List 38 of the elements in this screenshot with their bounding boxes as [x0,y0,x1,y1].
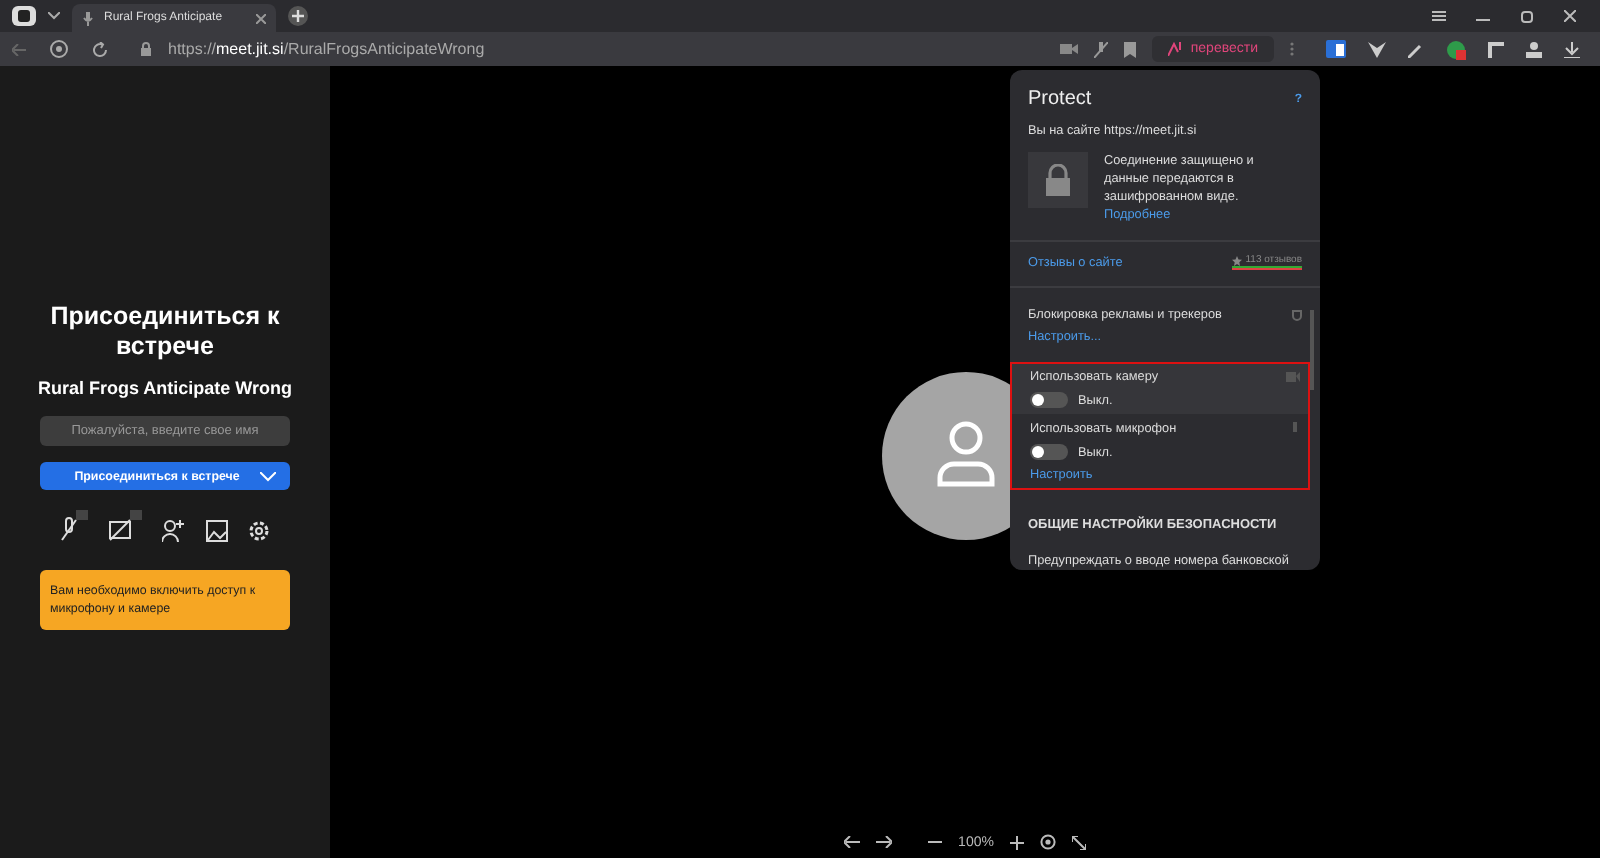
camera-icon [1286,372,1300,382]
shield-icon[interactable] [50,40,68,58]
settings-icon[interactable] [248,520,270,542]
download-icon[interactable] [1564,41,1580,57]
shield-icon [1292,309,1302,321]
popup-title: Protect [1028,88,1092,110]
back-arrow-icon[interactable] [844,836,861,848]
menu-icon[interactable] [1432,10,1446,22]
extension-icon[interactable] [1526,41,1542,57]
add-person-icon[interactable] [162,518,186,542]
extension-icon[interactable] [1326,40,1346,58]
reset-zoom-icon[interactable] [1039,834,1056,850]
caret-icon[interactable] [48,12,60,20]
microphone-off-icon[interactable] [60,510,88,542]
meeting-name: Rural Frogs Anticipate Wrong [37,378,292,398]
camera-off-icon[interactable] [108,510,142,542]
extension-icon[interactable] [1368,41,1386,57]
toggle-switch[interactable] [1030,444,1068,460]
lock-icon [140,42,152,56]
chevron-down-icon [259,471,276,481]
new-tab-icon[interactable] [288,6,308,26]
extension-icon[interactable] [1488,41,1504,57]
bookmark-icon[interactable] [1124,41,1137,57]
zoom-in-icon[interactable] [1009,835,1024,849]
prejoin-title: Присоединиться к встрече [48,302,282,362]
close-icon[interactable] [1564,10,1576,22]
collapse-icon[interactable] [1071,835,1086,849]
image-icon[interactable] [206,520,228,542]
extension-icon[interactable] [1446,39,1466,59]
translate-icon [1168,42,1185,56]
restore-icon[interactable] [1520,9,1534,23]
close-icon[interactable] [256,13,266,23]
toggle-switch[interactable] [1030,392,1068,408]
reload-icon[interactable] [92,41,108,57]
star-icon [1231,255,1242,265]
lock-icon [1028,152,1088,208]
forward-arrow-icon[interactable] [876,836,893,848]
browser-menu-icon[interactable] [12,6,36,26]
